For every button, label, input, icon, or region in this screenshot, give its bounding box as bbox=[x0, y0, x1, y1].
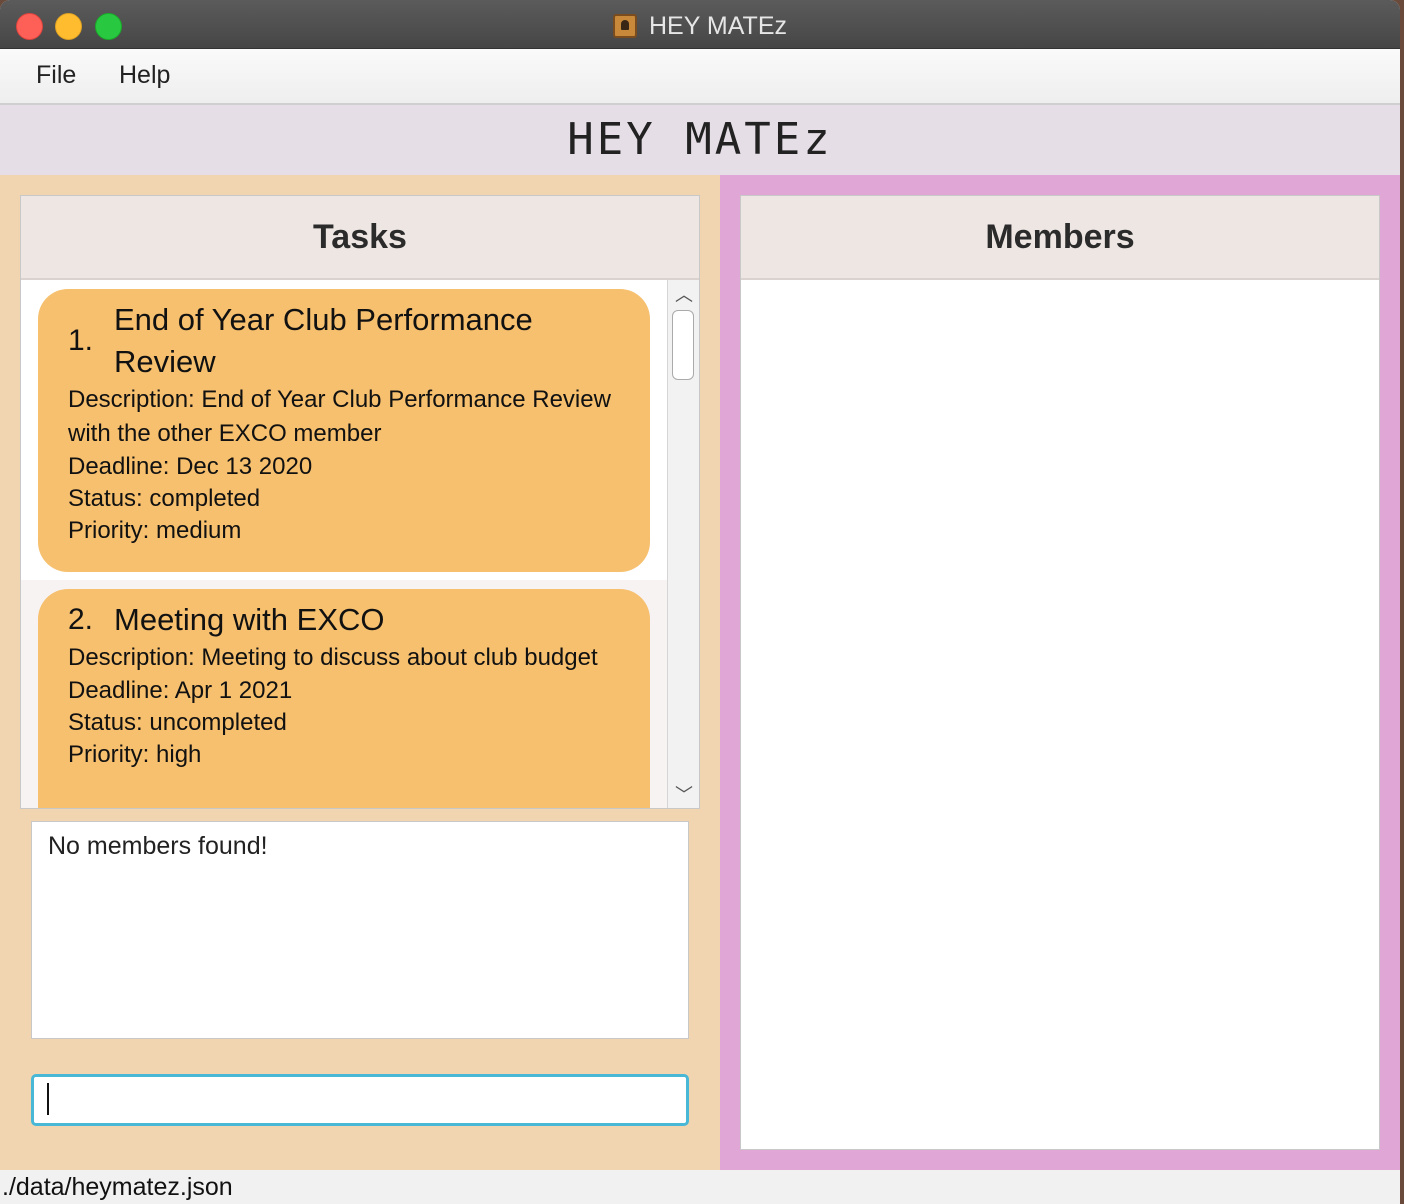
menu-file[interactable]: File bbox=[36, 61, 76, 90]
task-description: Description: Meeting to discuss about cl… bbox=[68, 644, 598, 671]
chevron-up-icon[interactable]: ︿ bbox=[668, 280, 700, 308]
task-list-cell[interactable]: 2. Meeting with EXCO Description: Meetin… bbox=[21, 580, 667, 808]
members-heading: Members bbox=[741, 196, 1379, 280]
title-bar[interactable]: HEY MATEz bbox=[0, 0, 1400, 49]
task-card[interactable]: 1. End of Year Club Performance Review D… bbox=[38, 289, 650, 572]
task-description: Description: End of Year Club Performanc… bbox=[68, 386, 611, 447]
window-title: HEY MATEz bbox=[649, 11, 787, 40]
task-list[interactable]: 1. End of Year Club Performance Review D… bbox=[21, 280, 667, 808]
task-header: 2. Meeting with EXCO bbox=[68, 599, 630, 641]
task-title: Meeting with EXCO bbox=[114, 602, 385, 637]
members-panel: Members bbox=[740, 195, 1380, 1150]
task-index: 2. bbox=[68, 603, 94, 636]
command-input[interactable] bbox=[31, 1074, 689, 1126]
window-title-group: HEY MATEz bbox=[0, 10, 1400, 42]
task-deadline: Deadline: Apr 1 2021 bbox=[68, 677, 293, 704]
result-display[interactable]: No members found! bbox=[31, 821, 689, 1039]
task-list-scrollbar[interactable]: ︿ ﹀ bbox=[667, 280, 699, 808]
task-header: 1. End of Year Club Performance Review bbox=[68, 299, 630, 383]
tasks-heading: Tasks bbox=[21, 196, 699, 280]
app-header: HEY MATEz bbox=[0, 105, 1400, 175]
tasks-panel: Tasks 1. End of Year Club Performance Re… bbox=[20, 195, 700, 809]
task-deadline: Deadline: Dec 13 2020 bbox=[68, 453, 313, 480]
app-window: HEY MATEz File Help HEY MATEz Tasks 1. E… bbox=[0, 0, 1400, 1204]
task-index: 1. bbox=[68, 324, 94, 357]
members-area: Members bbox=[720, 175, 1400, 1170]
chevron-down-icon[interactable]: ﹀ bbox=[668, 780, 700, 808]
scroll-thumb[interactable] bbox=[672, 310, 694, 380]
text-caret bbox=[47, 1083, 49, 1115]
app-title: HEY MATEz bbox=[567, 114, 833, 165]
task-priority: Priority: high bbox=[68, 741, 202, 768]
task-status: Status: completed bbox=[68, 485, 261, 512]
task-title: End of Year Club Performance Review bbox=[114, 302, 533, 379]
task-status: Status: uncompleted bbox=[68, 709, 287, 736]
task-list-cell[interactable]: 1. End of Year Club Performance Review D… bbox=[21, 280, 667, 580]
menu-help[interactable]: Help bbox=[119, 61, 170, 90]
members-list[interactable] bbox=[743, 282, 1377, 1147]
app-icon bbox=[613, 14, 637, 38]
status-bar-file-path: ./data/heymatez.json bbox=[0, 1170, 1400, 1204]
task-priority: Priority: medium bbox=[68, 517, 242, 544]
task-card[interactable]: 2. Meeting with EXCO Description: Meetin… bbox=[38, 589, 650, 808]
menu-bar: File Help bbox=[0, 49, 1400, 105]
